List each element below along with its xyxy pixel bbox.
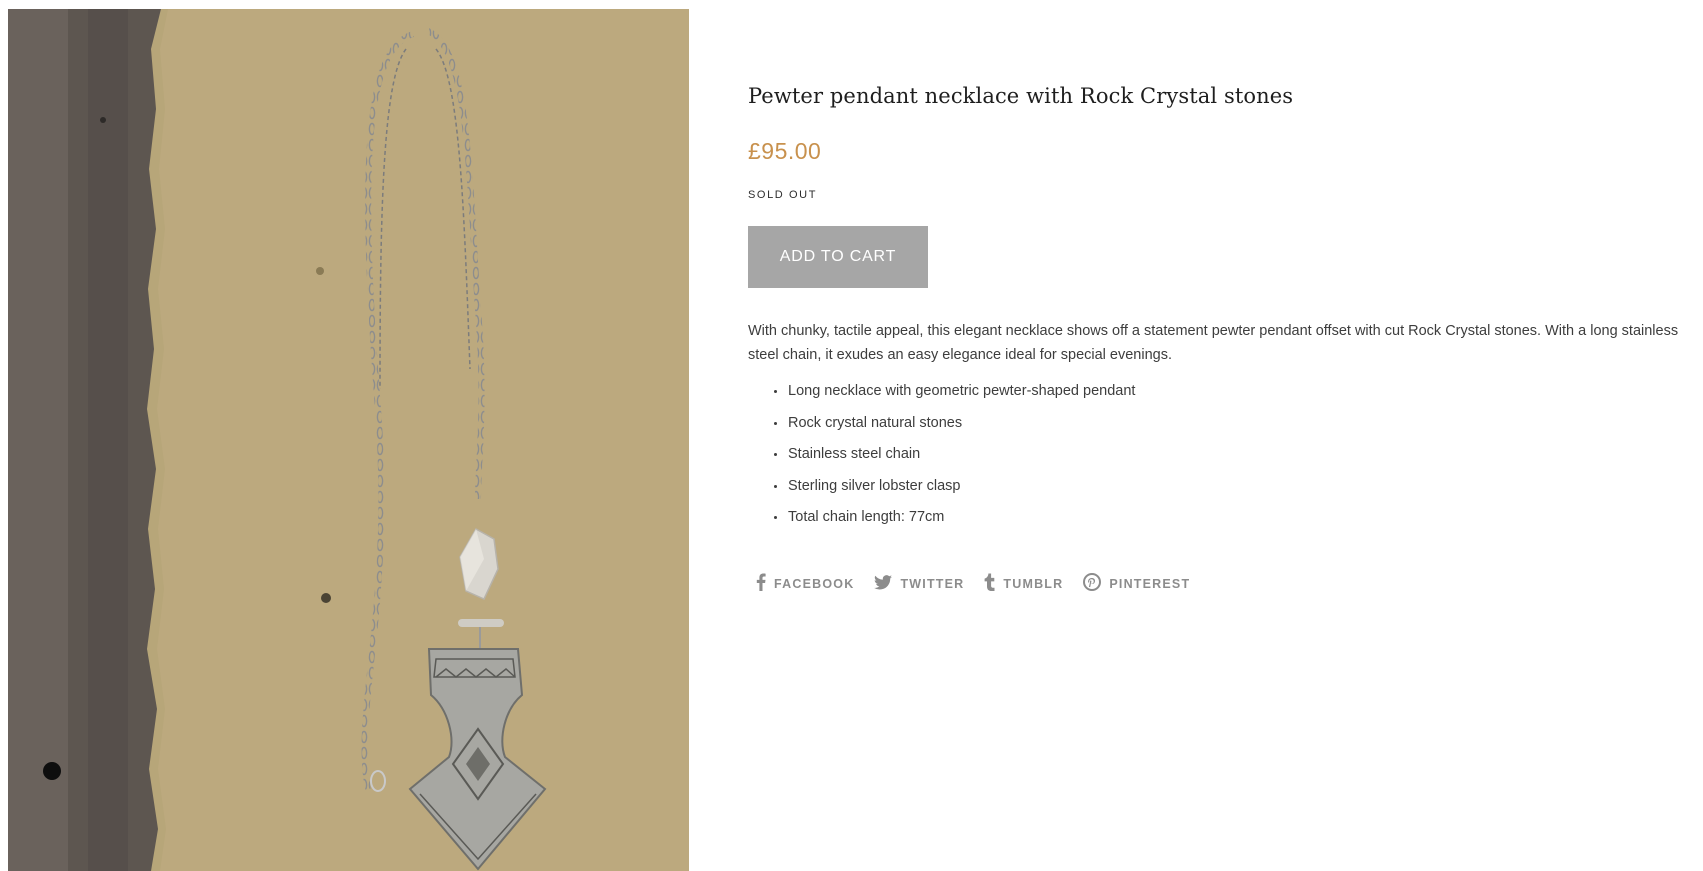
product-description: With chunky, tactile appeal, this elegan… (748, 323, 1679, 363)
list-item: Rock crystal natural stones (774, 413, 1698, 433)
product-image[interactable] (8, 9, 689, 871)
share-tumblr-link[interactable]: TUMBLR (984, 573, 1063, 594)
pinterest-icon (1083, 573, 1109, 594)
tumblr-icon (984, 573, 1003, 594)
share-label: TWITTER (900, 576, 965, 591)
feature-list: Long necklace with geometric pewter-shap… (748, 381, 1698, 527)
product-title: Pewter pendant necklace with Rock Crysta… (748, 84, 1294, 108)
share-label: PINTEREST (1109, 576, 1191, 591)
social-share-bar: FACEBOOK TWITTER TUMBLR PINTEREST (748, 573, 1698, 594)
product-info: Pewter pendant necklace with Rock Crysta… (748, 84, 1698, 594)
list-item: Long necklace with geometric pewter-shap… (774, 381, 1698, 401)
add-to-cart-button[interactable]: ADD TO CART (748, 226, 928, 288)
share-facebook-link[interactable]: FACEBOOK (756, 573, 854, 594)
list-item: Total chain length: 77cm (774, 507, 1698, 527)
product-price: £95.00 (748, 138, 822, 164)
list-item: Sterling silver lobster clasp (774, 476, 1698, 496)
twitter-icon (874, 574, 900, 593)
list-item: Stainless steel chain (774, 444, 1698, 464)
facebook-icon (756, 573, 774, 594)
share-pinterest-link[interactable]: PINTEREST (1083, 573, 1190, 594)
share-label: TUMBLR (1003, 576, 1064, 591)
stock-status: SOLD OUT (748, 189, 818, 201)
share-label: FACEBOOK (774, 576, 855, 591)
share-twitter-link[interactable]: TWITTER (874, 574, 965, 593)
